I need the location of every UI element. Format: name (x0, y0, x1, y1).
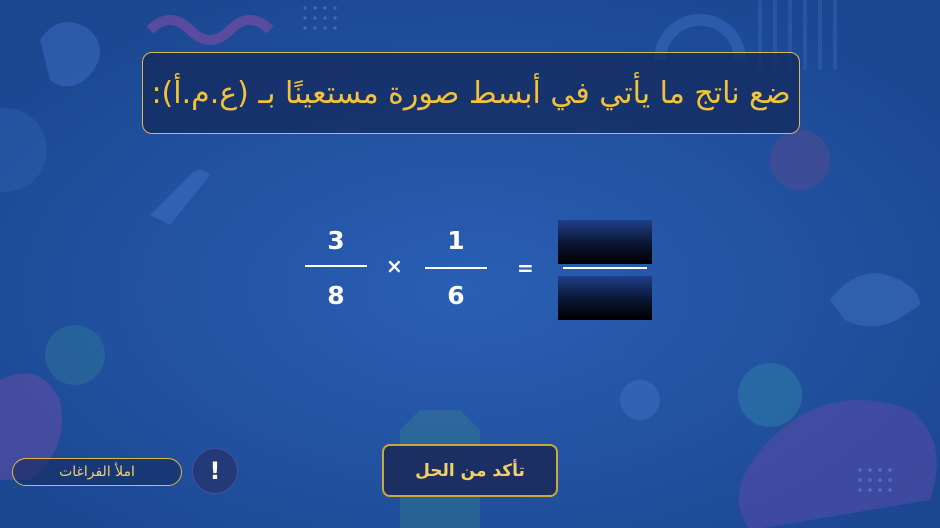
fraction2-numerator: 1 (447, 226, 465, 255)
answer-numerator-input[interactable] (558, 220, 652, 264)
hint-label: املأ الفراغات (59, 464, 135, 480)
fraction1-numerator: 3 (327, 226, 345, 255)
exclamation-icon: ! (209, 457, 221, 485)
answer-fraction-bar (563, 267, 647, 269)
fraction1-bar (305, 265, 367, 267)
fraction2-denominator: 6 (447, 281, 465, 310)
hint-pill: املأ الفراغات (12, 458, 182, 486)
hint-button[interactable]: ! (192, 448, 238, 494)
equals-sign: = (517, 256, 534, 280)
question-text: ضع ناتج ما يأتي في أبسط صورة مستعينًا بـ… (151, 75, 791, 111)
check-solution-button[interactable]: تأكد من الحل (382, 444, 558, 497)
fraction1-denominator: 8 (327, 281, 345, 310)
answer-denominator-input[interactable] (558, 276, 652, 320)
fraction2-bar (425, 267, 487, 269)
multiply-operator: × (386, 254, 403, 278)
question-box: ضع ناتج ما يأتي في أبسط صورة مستعينًا بـ… (142, 52, 800, 134)
